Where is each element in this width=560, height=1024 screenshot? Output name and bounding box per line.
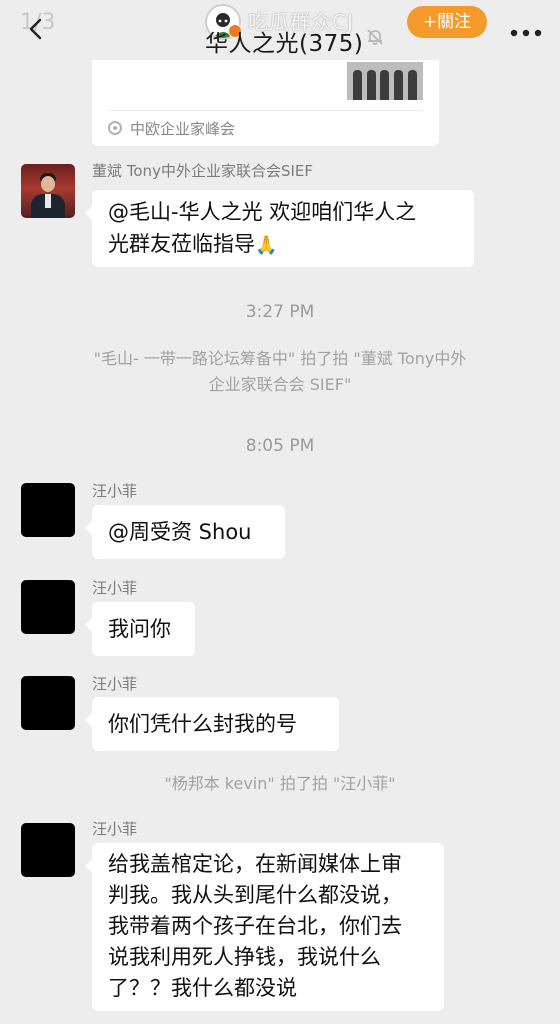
chat-title: 华人之光(375)	[205, 31, 364, 57]
message-line: 你们凭什么封我的号	[108, 712, 297, 736]
message-line: @毛山-华人之光 欢迎咱们华人之	[108, 200, 417, 224]
message-bubble[interactable]: @毛山-华人之光 欢迎咱们华人之 光群友莅临指导🙏	[85, 190, 474, 267]
timestamp: 3:27 PM	[245, 302, 315, 322]
message-line: 我带着两个孩子在台北，你们去	[108, 914, 402, 938]
bell-off-icon	[367, 29, 383, 45]
system-note-line: "杨邦本 kevin" 拍了拍 "汪小菲"	[164, 774, 396, 793]
card-source: 中欧企业家峰会	[130, 120, 236, 138]
avatar[interactable]	[21, 164, 75, 218]
message-line: 光群友莅临指导	[108, 232, 255, 256]
system-note: "杨邦本 kevin" 拍了拍 "汪小菲"	[0, 771, 560, 797]
avatar[interactable]	[21, 676, 75, 730]
card-divider	[108, 110, 423, 111]
card-thumbnail	[347, 62, 423, 100]
follow-button[interactable]: +關注	[407, 6, 487, 38]
message-bubble[interactable]: 给我盖棺定论，在新闻媒体上审 判我。我从头到尾什么都没说， 我带着两个孩子在台北…	[85, 843, 444, 1011]
praying-hands-icon: 🙏	[255, 235, 278, 256]
avatar[interactable]	[21, 483, 75, 537]
message-bubble[interactable]: @周受资 Shou	[85, 505, 285, 559]
system-note-line: 企业家联合会 SIEF"	[208, 375, 352, 394]
message-line: 判我。我从头到尾什么都没说，	[108, 883, 402, 907]
mini-program-icon	[108, 121, 122, 135]
message-bubble[interactable]: 我问你	[85, 602, 195, 656]
system-note: "毛山- 一带一路论坛筹备中" 拍了拍 "董斌 Tony中外 企业家联合会 SI…	[0, 346, 560, 398]
sender-name: 汪小菲	[92, 482, 138, 500]
message-line: 说我利用死人挣钱，我说什么	[108, 945, 381, 969]
sender-name: 汪小菲	[92, 820, 138, 838]
system-note-line: "毛山- 一带一路论坛筹备中" 拍了拍 "董斌 Tony中外	[93, 349, 467, 368]
sender-name: 董斌 Tony中外企业家联合会SIEF	[92, 162, 313, 180]
avatar[interactable]	[21, 823, 75, 877]
sender-name: 汪小菲	[92, 675, 138, 693]
more-dots-icon[interactable]	[509, 28, 543, 38]
message-line: 我问你	[108, 617, 171, 641]
message-line: @周受资 Shou	[108, 520, 252, 544]
chat-header: 1/3 吃瓜群众CJ 华人之光(375) +關注	[0, 0, 560, 60]
message-line: 了？？我什么都没说	[108, 976, 297, 1000]
avatar[interactable]	[21, 580, 75, 634]
message-bubble[interactable]: 你们凭什么封我的号	[85, 697, 339, 751]
sender-name: 汪小菲	[92, 579, 138, 597]
chevron-left-icon[interactable]	[26, 18, 48, 40]
message-line: 给我盖棺定论，在新闻媒体上审	[108, 852, 402, 876]
timestamp: 8:05 PM	[245, 436, 315, 456]
